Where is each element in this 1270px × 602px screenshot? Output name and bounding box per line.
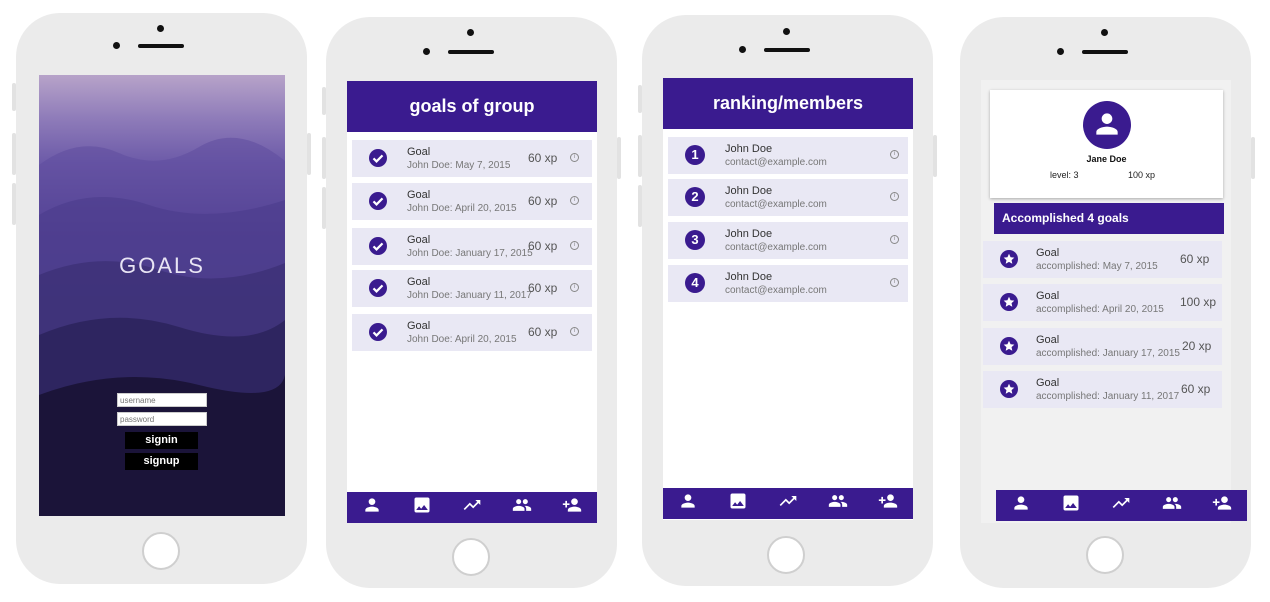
- bottom-nav: [663, 488, 913, 519]
- speaker: [764, 48, 810, 52]
- camera: [113, 42, 120, 49]
- person-icon[interactable]: [1011, 493, 1031, 518]
- phone-goals: goals of group Goal John Doe: May 7, 2015…: [322, 17, 621, 588]
- bottom-nav: [996, 490, 1247, 521]
- check-icon: [369, 279, 387, 297]
- camera: [423, 48, 430, 55]
- group-icon[interactable]: [512, 495, 532, 520]
- list-item[interactable]: 4 John Doe contact@example.com i: [668, 265, 908, 302]
- trending-icon[interactable]: [778, 491, 798, 516]
- info-icon[interactable]: i: [570, 327, 579, 336]
- list-item[interactable]: Goal John Doe: April 20, 2015 60 xp i: [352, 183, 592, 220]
- image-icon[interactable]: [728, 491, 748, 516]
- rank-badge: 3: [685, 230, 705, 250]
- rank-badge: 4: [685, 273, 705, 293]
- list-item[interactable]: 2 John Doe contact@example.com i: [668, 179, 908, 216]
- ranking-screen: ranking/members 1 John Doe contact@example…: [663, 78, 913, 520]
- info-icon[interactable]: i: [570, 153, 579, 162]
- image-icon[interactable]: [412, 495, 432, 520]
- person-add-icon[interactable]: [1212, 493, 1232, 518]
- home-button[interactable]: [767, 536, 805, 574]
- speaker: [1082, 50, 1128, 54]
- list-item[interactable]: Goal accomplished: January 17, 2015 20 xp: [983, 328, 1222, 365]
- phone-ranking: ranking/members 1 John Doe contact@example…: [638, 15, 937, 586]
- signin-button[interactable]: signin: [125, 432, 198, 449]
- list-item[interactable]: 3 John Doe contact@example.com i: [668, 222, 908, 259]
- sensor: [783, 28, 790, 35]
- group-icon[interactable]: [1162, 493, 1182, 518]
- mountains-image: [39, 137, 285, 516]
- list-item[interactable]: 1 John Doe contact@example.com i: [668, 137, 908, 174]
- info-icon[interactable]: i: [890, 235, 899, 244]
- home-button[interactable]: [142, 532, 180, 570]
- star-icon: [1000, 337, 1018, 355]
- person-add-icon[interactable]: [562, 495, 582, 520]
- check-icon: [369, 237, 387, 255]
- info-icon[interactable]: i: [890, 150, 899, 159]
- avatar: [1083, 101, 1131, 149]
- camera: [739, 46, 746, 53]
- info-icon[interactable]: i: [890, 278, 899, 287]
- camera: [1057, 48, 1064, 55]
- sensor: [1101, 29, 1108, 36]
- profile-name: Jane Doe: [1086, 154, 1127, 164]
- list-item[interactable]: Goal John Doe: January 17, 2015 60 xp i: [352, 228, 592, 265]
- goals-screen: goals of group Goal John Doe: May 7, 2015…: [347, 81, 597, 523]
- page-title: goals of group: [347, 81, 597, 132]
- star-icon: [1000, 293, 1018, 311]
- image-icon[interactable]: [1061, 493, 1081, 518]
- trending-icon[interactable]: [1111, 493, 1131, 518]
- list-item[interactable]: Goal accomplished: January 11, 2017 60 xp: [983, 371, 1222, 408]
- phone-profile: Jane Doe level: 3 100 xp Accomplished 4 …: [960, 17, 1255, 588]
- rank-badge: 1: [685, 145, 705, 165]
- person-icon[interactable]: [678, 491, 698, 516]
- login-screen: GOALS signin signup: [39, 75, 285, 516]
- star-icon: [1000, 250, 1018, 268]
- profile-screen: Jane Doe level: 3 100 xp Accomplished 4 …: [981, 80, 1231, 523]
- rank-badge: 2: [685, 187, 705, 207]
- profile-level: level: 3: [1050, 170, 1079, 180]
- signup-button[interactable]: signup: [125, 453, 198, 470]
- accomplished-header: Accomplished 4 goals: [994, 203, 1224, 234]
- person-add-icon[interactable]: [878, 491, 898, 516]
- list-item[interactable]: Goal accomplished: May 7, 2015 60 xp: [983, 241, 1222, 278]
- info-icon[interactable]: i: [890, 192, 899, 201]
- sensor: [467, 29, 474, 36]
- profile-card: Jane Doe level: 3 100 xp: [990, 90, 1223, 198]
- speaker: [138, 44, 184, 48]
- list-item[interactable]: Goal John Doe: April 20, 2015 60 xp i: [352, 314, 592, 351]
- username-input[interactable]: [117, 393, 207, 407]
- info-icon[interactable]: i: [570, 283, 579, 292]
- check-icon: [369, 192, 387, 210]
- star-icon: [1000, 380, 1018, 398]
- person-icon: [1091, 108, 1123, 140]
- home-button[interactable]: [452, 538, 490, 576]
- speaker: [448, 50, 494, 54]
- info-icon[interactable]: i: [570, 196, 579, 205]
- info-icon[interactable]: i: [570, 241, 579, 250]
- profile-xp: 100 xp: [1128, 170, 1156, 180]
- list-item[interactable]: Goal accomplished: April 20, 2015 100 xp: [983, 284, 1222, 321]
- app-logo: GOALS: [119, 253, 205, 278]
- list-item[interactable]: Goal John Doe: May 7, 2015 60 xp i: [352, 140, 592, 177]
- phone-login: GOALS signin signup: [12, 13, 311, 584]
- list-item[interactable]: Goal John Doe: January 11, 2017 60 xp i: [352, 270, 592, 307]
- home-button[interactable]: [1086, 536, 1124, 574]
- trending-icon[interactable]: [462, 495, 482, 520]
- password-input[interactable]: [117, 412, 207, 426]
- group-icon[interactable]: [828, 491, 848, 516]
- bottom-nav: [347, 492, 597, 523]
- person-icon[interactable]: [362, 495, 382, 520]
- page-title: ranking/members: [663, 78, 913, 129]
- sensor: [157, 25, 164, 32]
- check-icon: [369, 323, 387, 341]
- check-icon: [369, 149, 387, 167]
